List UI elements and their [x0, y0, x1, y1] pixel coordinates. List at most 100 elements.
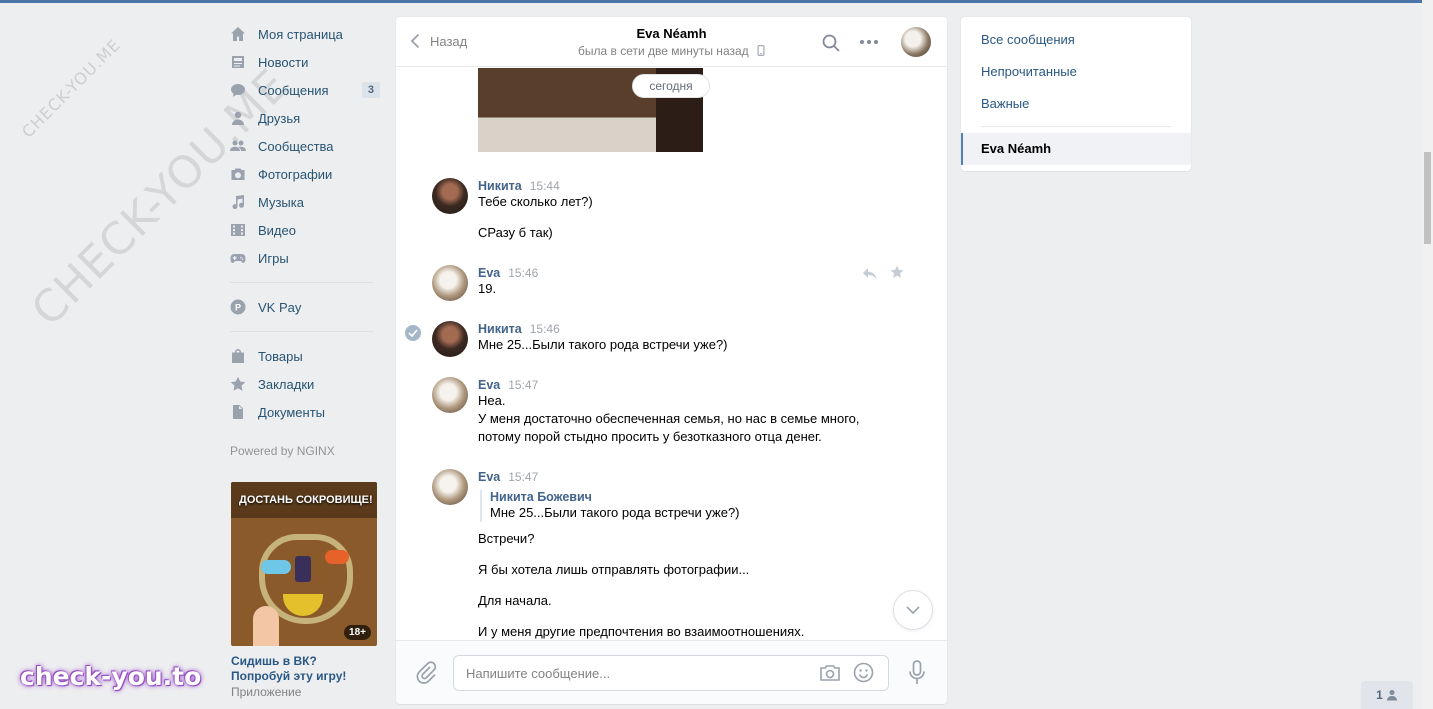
message-author[interactable]: Eva — [478, 470, 500, 484]
quote-text: Мне 25...Были такого рода встречи уже?) — [490, 505, 740, 520]
nav-item-photos[interactable]: Фотографии — [230, 160, 380, 188]
peer-status-text: была в сети две минуты назад — [578, 44, 749, 58]
page-scrollbar[interactable] — [1422, 0, 1433, 709]
nav-label: Фотографии — [258, 166, 333, 182]
nav-label: Видео — [258, 222, 296, 238]
ad-water-graphic — [261, 560, 291, 574]
peer-avatar[interactable] — [901, 27, 931, 57]
message-composer — [396, 640, 947, 704]
avatar[interactable] — [432, 178, 468, 214]
document-icon — [230, 404, 246, 420]
quote-author[interactable]: Никита Божевич — [490, 490, 898, 504]
user-icon — [1386, 690, 1397, 701]
active-conversation[interactable]: Eva Néamh — [961, 133, 1191, 165]
messages-icon — [230, 82, 246, 98]
nav-item-games[interactable]: Игры — [230, 244, 380, 272]
age-badge: 18+ — [344, 625, 371, 640]
search-icon[interactable] — [821, 33, 841, 53]
attach-icon[interactable] — [415, 661, 437, 685]
message-body: Eva 15:47 Неа. У меня достаточно обеспече… — [478, 377, 898, 446]
ad-block[interactable]: ДОСТАНЬ СОКРОВИЩЕ! 18+ Сидишь в ВК? Попр… — [231, 482, 377, 699]
message-text: Я бы хотела лишь отправлять фотографии..… — [478, 562, 750, 577]
ad-caption[interactable]: Сидишь в ВК? Попробуй эту игру! — [231, 654, 377, 684]
nav-label: VK Pay — [258, 299, 302, 315]
date-divider: сегодня — [632, 74, 710, 98]
message-text: потому порой стыдно просить у безотказно… — [478, 429, 822, 444]
message-text: И у меня другие предпочтения во взаимоот… — [478, 624, 805, 639]
nav-label: Товары — [258, 348, 303, 364]
message-body: Eva 15:47 Никита Божевич Мне 25...Были та… — [478, 469, 898, 640]
home-icon — [230, 26, 246, 42]
powered-by: Powered by NGINX — [230, 444, 335, 458]
nav-item-messages[interactable]: Сообщения 3 — [230, 76, 380, 104]
scrollbar-thumb[interactable] — [1424, 152, 1431, 244]
nav-label: Друзья — [258, 110, 301, 126]
microphone-icon[interactable] — [908, 660, 926, 686]
message-time[interactable]: 15:47 — [508, 470, 538, 484]
games-icon — [230, 250, 246, 266]
nav-item-video[interactable]: Видео — [230, 216, 380, 244]
star-icon — [230, 376, 246, 392]
nav-item-vkpay[interactable]: P VK Pay — [230, 293, 380, 321]
active-conversation-label: Eva Néamh — [981, 141, 1052, 156]
avatar[interactable] — [432, 377, 468, 413]
message-time[interactable]: 15:44 — [530, 179, 560, 193]
nav-item-documents[interactable]: Документы — [230, 398, 380, 426]
left-nav: Моя страница Новости Сообщения 3 Друзья … — [230, 20, 380, 458]
filter-unread[interactable]: Непрочитанные — [981, 64, 1077, 79]
music-icon — [230, 194, 246, 210]
forwarded-quote[interactable]: Никита Божевич Мне 25...Были такого рода… — [480, 490, 898, 522]
message-text: Неа. — [478, 393, 506, 408]
news-icon — [230, 54, 246, 70]
message-author[interactable]: Eva — [478, 266, 500, 280]
nav-item-my-page[interactable]: Моя страница — [230, 20, 380, 48]
avatar[interactable] — [432, 469, 468, 505]
filter-all-messages[interactable]: Все сообщения — [981, 32, 1075, 47]
emoji-icon[interactable] — [853, 662, 874, 683]
brand-watermark: check-you.to — [20, 662, 202, 691]
message-time[interactable]: 15:46 — [508, 266, 538, 280]
message-author[interactable]: Никита — [478, 322, 522, 336]
bag-icon — [230, 348, 246, 364]
message-body: Никита 15:46 Мне 25...Были такого рода вс… — [478, 321, 898, 354]
message-time[interactable]: 15:46 — [530, 322, 560, 336]
watermark-small: CHECK-YOU.ME — [18, 35, 125, 142]
nav-item-news[interactable]: Новости — [230, 48, 380, 76]
message-history[interactable]: сегодня Никита 15:44 Тебе сколько лет?) С… — [396, 68, 947, 640]
mobile-icon — [757, 45, 765, 56]
nav-label: Игры — [258, 250, 289, 266]
camera-icon[interactable] — [819, 663, 841, 683]
message-text: 19. — [478, 281, 497, 296]
message-author[interactable]: Никита — [478, 179, 522, 193]
nav-item-communities[interactable]: Сообщества — [230, 132, 380, 160]
online-count: 1 — [1376, 688, 1383, 702]
nav-separator — [230, 282, 373, 283]
chat-header: Назад Eva Néamh была в сети две минуты н… — [396, 17, 947, 67]
nav-item-friends[interactable]: Друзья — [230, 104, 380, 132]
video-icon — [230, 222, 246, 238]
message-author[interactable]: Eva — [478, 378, 500, 392]
ad-image[interactable]: ДОСТАНЬ СОКРОВИЩЕ! 18+ — [231, 482, 377, 646]
online-friends-button[interactable]: 1 — [1361, 681, 1413, 709]
nav-label: Закладки — [258, 376, 315, 392]
message-text: Встречи? — [478, 531, 535, 546]
camera-icon — [230, 166, 246, 182]
more-icon[interactable] — [858, 32, 880, 52]
avatar[interactable] — [432, 321, 468, 357]
messages-filter-menu: Все сообщения Непрочитанные Важные Eva N… — [961, 17, 1191, 171]
nav-item-goods[interactable]: Товары — [230, 342, 380, 370]
message-body: Eva 15:46 19. — [478, 265, 898, 298]
nav-item-music[interactable]: Музыка — [230, 188, 380, 216]
message-text: Мне 25...Были такого рода встречи уже?) — [478, 337, 728, 352]
message-time[interactable]: 15:47 — [508, 378, 538, 392]
scroll-down-button[interactable] — [893, 590, 933, 630]
message-body: Никита 15:44 Тебе сколько лет?) СРазу б т… — [478, 178, 898, 242]
avatar[interactable] — [432, 265, 468, 301]
messages-badge: 3 — [361, 82, 380, 98]
message-text: Тебе сколько лет?) — [478, 194, 593, 209]
nav-item-bookmarks[interactable]: Закладки — [230, 370, 380, 398]
menu-separator — [981, 126, 1171, 127]
read-check-icon — [405, 325, 421, 341]
filter-important[interactable]: Важные — [981, 96, 1029, 111]
message-text: СРазу б так) — [478, 225, 553, 240]
